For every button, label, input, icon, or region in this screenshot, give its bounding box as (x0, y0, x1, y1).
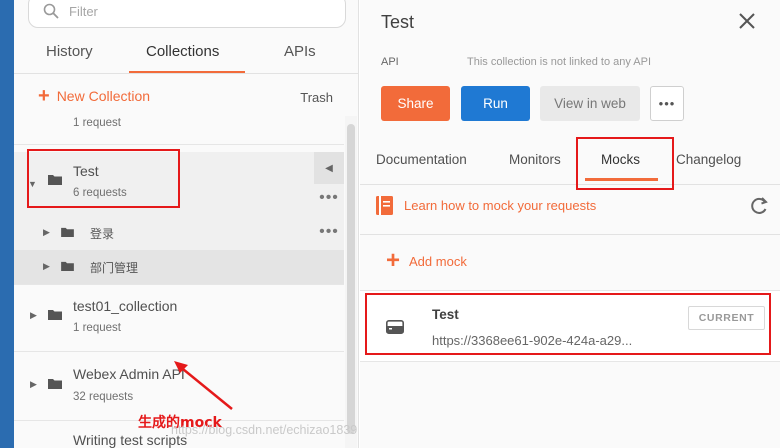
view-in-web-button[interactable]: View in web (540, 86, 640, 121)
folder-icon (48, 379, 62, 389)
annotation-box (365, 293, 771, 355)
more-options-button[interactable]: ••• (650, 86, 684, 121)
section-divider (360, 234, 780, 235)
trash-button[interactable]: Trash (300, 90, 333, 105)
tab-documentation[interactable]: Documentation (376, 152, 467, 167)
collection-requests-count: 1 request (73, 117, 121, 129)
collection-name[interactable]: Writing test scripts (73, 432, 187, 448)
caret-right-icon: ▶ (43, 261, 50, 271)
api-label: API (381, 56, 399, 68)
more-icon[interactable]: ••• (314, 189, 344, 207)
collapse-button[interactable]: ◀ (314, 152, 344, 184)
caret-right-icon: ▶ (30, 310, 37, 320)
collection-requests-count: 32 requests (73, 391, 134, 403)
add-mock-label: Add mock (409, 253, 467, 269)
active-tab-indicator (129, 71, 245, 73)
folder-icon (48, 310, 62, 320)
docs-icon (376, 196, 393, 215)
refresh-icon[interactable] (749, 196, 769, 216)
learn-mock-link[interactable]: Learn how to mock your requests (376, 196, 596, 215)
folder-icon (61, 261, 74, 271)
folder-item[interactable]: ▶ 部门管理 (14, 250, 344, 284)
run-button[interactable]: Run (461, 86, 530, 121)
scrollbar-thumb[interactable] (347, 124, 355, 434)
app-left-strip (0, 0, 14, 448)
new-collection-button[interactable]: + New Collection (38, 85, 151, 107)
scrollbar[interactable] (345, 116, 357, 448)
search-icon (43, 3, 59, 19)
collection-name: Webex Admin API (73, 366, 185, 382)
tab-collections[interactable]: Collections (146, 43, 219, 60)
folder-icon (61, 227, 74, 237)
collection-requests-count: 1 request (73, 322, 121, 334)
search-box[interactable] (28, 0, 346, 28)
share-button[interactable]: Share (381, 86, 450, 121)
caret-right-icon: ▶ (43, 227, 50, 237)
api-link-status: This collection is not linked to any API (467, 56, 652, 68)
tab-apis[interactable]: APIs (284, 43, 316, 60)
collection-name: test01_collection (73, 298, 178, 314)
caret-left-icon: ◀ (325, 162, 333, 174)
close-icon[interactable] (738, 12, 756, 30)
learn-mock-label: Learn how to mock your requests (404, 198, 597, 213)
tabs-divider (360, 184, 780, 185)
caret-right-icon: ▶ (30, 379, 37, 389)
search-input[interactable] (69, 3, 309, 19)
folder-name: 登录 (90, 227, 115, 241)
annotation-box (576, 137, 674, 190)
new-collection-label: New Collection (56, 88, 151, 104)
collection-item-test01[interactable]: ▶ test01_collection 1 request (14, 285, 344, 351)
watermark: https://blog.csdn.net/echizao1839 (171, 423, 358, 437)
folder-item[interactable]: ▶ 登录 ••• (14, 216, 344, 250)
annotation-box (27, 149, 180, 208)
list-divider (14, 144, 344, 145)
tab-changelog[interactable]: Changelog (676, 152, 741, 167)
plus-icon: + (38, 85, 50, 107)
tab-history[interactable]: History (46, 43, 93, 60)
collection-details-panel: Test API This collection is not linked t… (360, 0, 780, 448)
folder-name: 部门管理 (90, 261, 139, 275)
plus-icon: + (386, 247, 401, 274)
sidebar-tabs: History Collections APIs (14, 38, 358, 74)
page-title: Test (381, 12, 415, 32)
tab-monitors[interactable]: Monitors (509, 152, 561, 167)
more-icon[interactable]: ••• (314, 223, 344, 241)
add-mock-button[interactable]: + Add mock (386, 247, 467, 274)
arrow-icon (174, 361, 233, 410)
